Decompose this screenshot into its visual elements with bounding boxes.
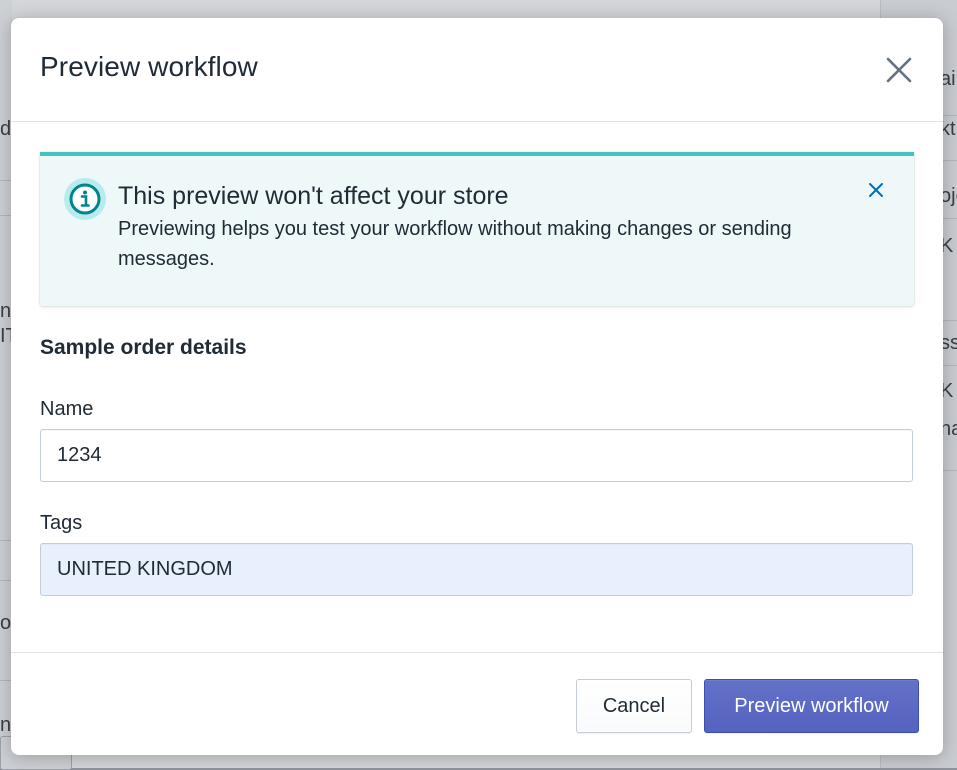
name-input[interactable] bbox=[40, 429, 913, 482]
tags-input[interactable] bbox=[40, 543, 913, 596]
name-label: Name bbox=[40, 398, 94, 420]
background-text: n bbox=[0, 714, 12, 736]
banner-icon-wrap bbox=[64, 178, 106, 220]
close-button[interactable] bbox=[881, 52, 917, 88]
info-banner: This preview won't affect your store Pre… bbox=[40, 152, 914, 306]
cancel-button[interactable]: Cancel bbox=[576, 679, 692, 733]
banner-dismiss-button[interactable] bbox=[864, 178, 888, 202]
modal-footer: Cancel Preview workflow bbox=[11, 652, 943, 755]
info-circle-icon bbox=[69, 183, 101, 215]
banner-text: Previewing helps you test your workflow … bbox=[118, 218, 792, 270]
background-text: d bbox=[0, 118, 12, 140]
section-title: Sample order details bbox=[40, 336, 247, 359]
close-icon bbox=[886, 57, 912, 83]
close-icon bbox=[869, 183, 883, 197]
preview-workflow-modal: Preview workflow This preview won't affe… bbox=[11, 18, 943, 755]
modal-title: Preview workflow bbox=[40, 51, 258, 82]
preview-workflow-button[interactable]: Preview workflow bbox=[704, 679, 919, 733]
tags-label: Tags bbox=[40, 512, 83, 534]
modal-header: Preview workflow bbox=[11, 18, 943, 122]
banner-title: This preview won't affect your store bbox=[118, 182, 509, 210]
